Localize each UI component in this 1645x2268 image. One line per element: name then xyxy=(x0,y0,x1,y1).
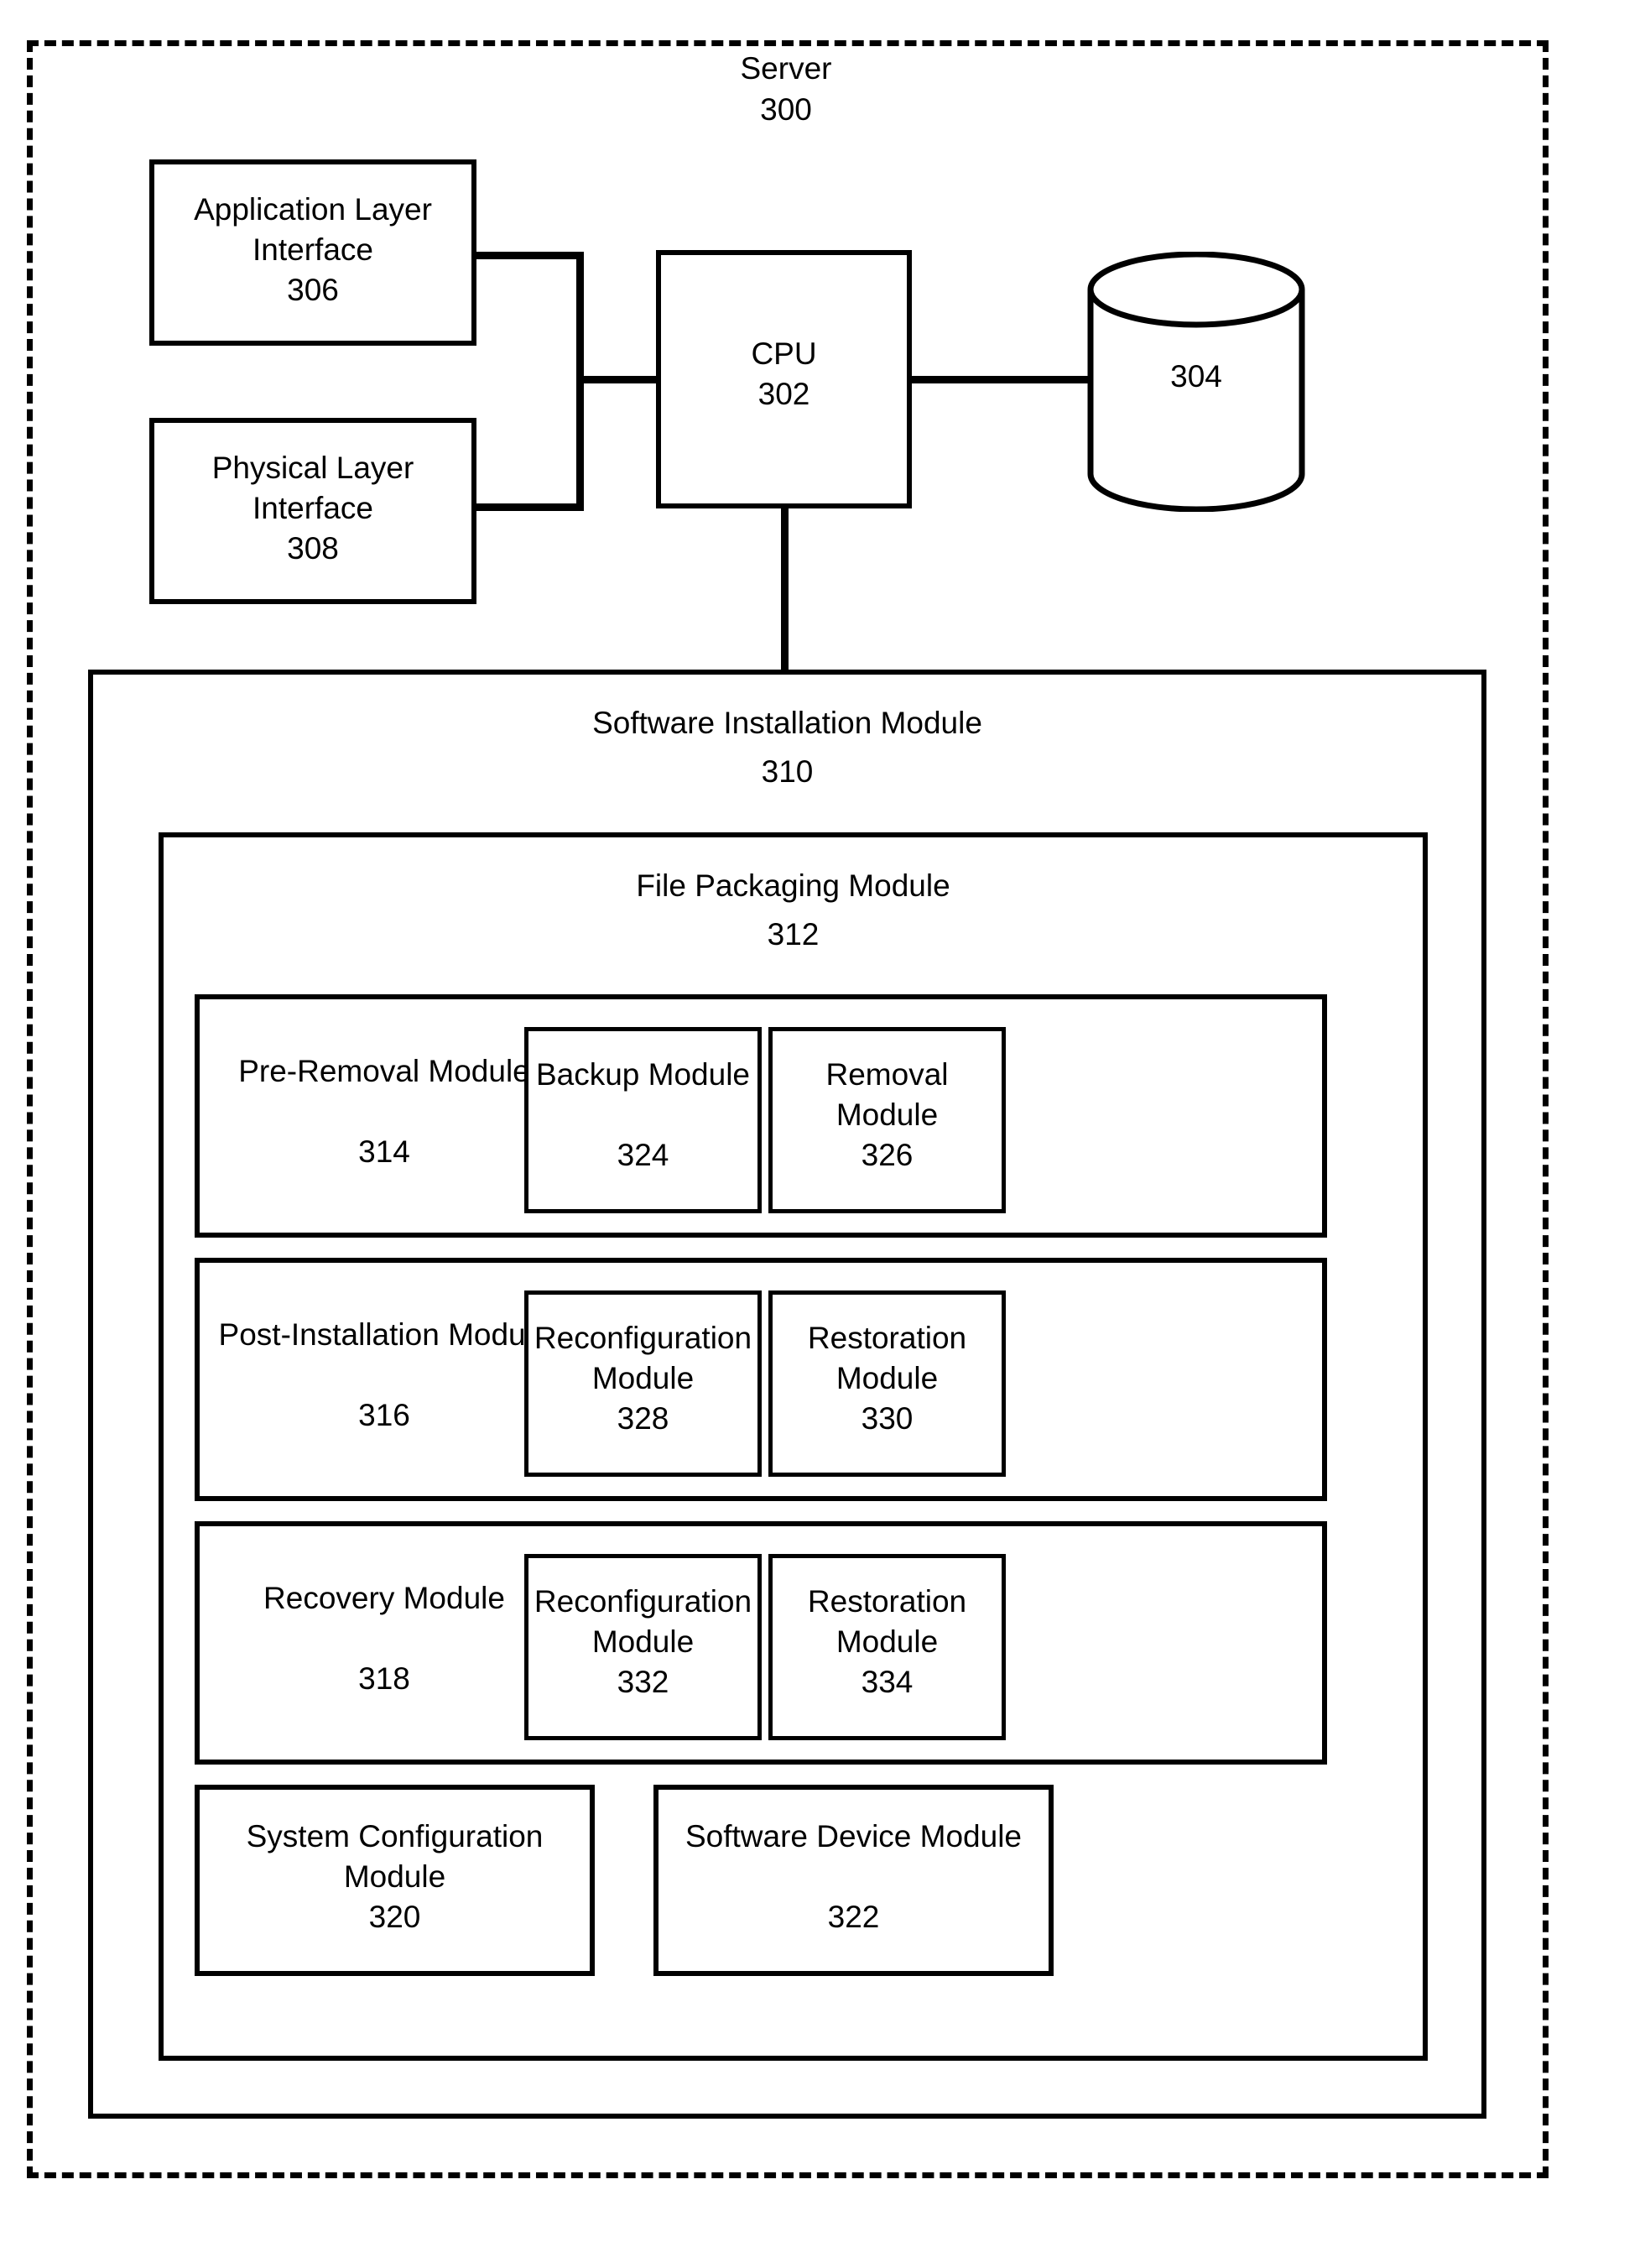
physical-layer-interface-ref: 308 xyxy=(287,531,339,566)
reconfiguration-module-328-label: Reconfiguration Module xyxy=(534,1321,752,1396)
connector-phys-to-bus xyxy=(471,503,584,511)
server-title-text: Server xyxy=(740,51,832,86)
reconfiguration-module-332-box: Reconfiguration Module 332 xyxy=(524,1554,762,1740)
cpu-ref: 302 xyxy=(757,377,810,411)
recovery-row-box: Recovery Module 318 Reconfiguration Modu… xyxy=(195,1521,1327,1765)
software-installation-module-label: Software Installation Module xyxy=(592,706,982,740)
backup-module-box: Backup Module 324 xyxy=(524,1027,762,1213)
recovery-module-ref: 318 xyxy=(358,1661,410,1696)
system-configuration-module-ref: 320 xyxy=(368,1900,421,1934)
software-installation-module-box: Software Installation Module 310 File Pa… xyxy=(88,670,1486,2119)
post-installation-module-label: Post-Installation Module xyxy=(218,1317,550,1352)
restoration-module-330-box: Restoration Module 330 xyxy=(768,1290,1006,1477)
backup-module-ref: 324 xyxy=(617,1138,669,1172)
server-ref-number: 300 xyxy=(760,91,812,127)
pre-removal-row-box: Pre-Removal Module 314 Backup Module 324… xyxy=(195,994,1327,1238)
connector-cpu-to-database xyxy=(907,376,1096,383)
reconfiguration-module-328-ref: 328 xyxy=(617,1401,669,1436)
connector-cpu-to-software-install xyxy=(781,503,789,673)
recovery-module-label: Recovery Module xyxy=(263,1581,505,1615)
software-device-module-label: Software Device Module xyxy=(685,1819,1023,1854)
reconfiguration-module-332-label: Reconfiguration Module xyxy=(534,1584,752,1660)
removal-module-ref: 326 xyxy=(861,1138,914,1172)
restoration-module-334-ref: 334 xyxy=(861,1665,914,1699)
removal-module-label: Removal Module xyxy=(825,1057,949,1133)
patent-figure-canvas: Server 300 Application Layer Interface 3… xyxy=(0,0,1645,2268)
cpu-label: CPU xyxy=(751,336,817,371)
post-installation-module-ref: 316 xyxy=(358,1398,410,1432)
restoration-module-330-ref: 330 xyxy=(861,1401,914,1436)
software-installation-module-ref: 310 xyxy=(761,754,814,789)
reconfiguration-module-332-ref: 332 xyxy=(617,1665,669,1699)
pre-removal-module-label: Pre-Removal Module xyxy=(238,1054,530,1088)
restoration-module-330-label: Restoration Module xyxy=(807,1321,967,1396)
application-layer-interface-ref: 306 xyxy=(287,273,339,307)
system-configuration-module-label: System Configuration Module xyxy=(246,1819,544,1895)
database-ref: 304 xyxy=(1170,359,1222,394)
removal-module-box: Removal Module 326 xyxy=(768,1027,1006,1213)
database-cylinder: 304 xyxy=(1086,251,1306,513)
post-installation-row-box: Post-Installation Module 316 Reconfigura… xyxy=(195,1258,1327,1501)
backup-module-label: Backup Module xyxy=(535,1057,751,1092)
application-layer-interface-label: Application Layer Interface xyxy=(194,192,432,268)
restoration-module-334-box: Restoration Module 334 xyxy=(768,1554,1006,1740)
cpu-box: CPU 302 xyxy=(656,250,912,508)
reconfiguration-module-328-box: Reconfiguration Module 328 xyxy=(524,1290,762,1477)
file-packaging-module-box: File Packaging Module 312 Pre-Removal Mo… xyxy=(159,832,1428,2061)
connector-app-to-bus xyxy=(471,252,584,259)
file-packaging-module-ref: 312 xyxy=(767,917,820,952)
pre-removal-module-ref: 314 xyxy=(358,1134,410,1169)
system-configuration-module-box: System Configuration Module 320 xyxy=(195,1785,595,1976)
physical-layer-interface-box: Physical Layer Interface 308 xyxy=(149,418,476,604)
software-device-module-ref: 322 xyxy=(827,1900,880,1934)
physical-layer-interface-label: Physical Layer Interface xyxy=(211,451,414,526)
server-title: Server 300 xyxy=(618,49,954,131)
file-packaging-module-label: File Packaging Module xyxy=(636,868,950,903)
connector-bus-to-cpu xyxy=(576,376,661,383)
restoration-module-334-label: Restoration Module xyxy=(807,1584,967,1660)
software-device-module-box: Software Device Module 322 xyxy=(653,1785,1054,1976)
application-layer-interface-box: Application Layer Interface 306 xyxy=(149,159,476,346)
